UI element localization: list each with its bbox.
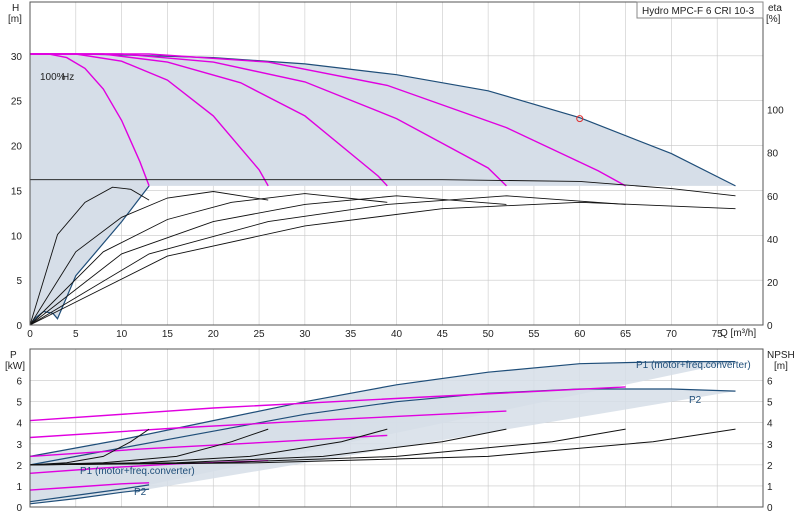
upper-envelope-fill: [30, 54, 736, 325]
upper-right-tick-1: 20: [767, 278, 779, 289]
upper-right-axis-unit: [%]: [766, 14, 781, 25]
upper-envelope-area: [30, 54, 736, 325]
power-npsh-chart: 0 1 2 3 4 5 6 0 1 2 3 4 5 6 P [kW] NPSH [m] P1 (moto…: [5, 348, 795, 514]
upper-x-tick-10: 50: [483, 329, 495, 340]
lower-right-tick-labels: 0 1 2 3 4 5 6: [767, 377, 773, 514]
upper-left-tick-0: 0: [16, 321, 22, 332]
lower-right-tick-2: 2: [767, 461, 773, 472]
upper-x-tick-2: 10: [116, 329, 128, 340]
upper-right-tick-3: 60: [767, 192, 779, 203]
upper-left-tick-2: 10: [11, 231, 23, 242]
p1-min-label: P1 (motor+freq.converter): [80, 466, 195, 477]
upper-x-tick-labels: 0 5 10 15 20 25 30 35 40 45 50 55 60 65 70 75: [27, 329, 723, 340]
p2-max-label: P2: [689, 395, 702, 406]
upper-right-tick-4: 80: [767, 149, 779, 160]
head-efficiency-chart: 0 5 10 15 20 25 30 35 40 45 50 55 60 65 70 75 051015202…: [8, 1, 784, 340]
upper-x-tick-8: 40: [391, 329, 403, 340]
upper-left-axis-unit: [m]: [8, 14, 22, 25]
upper-x-tick-12: 60: [574, 329, 586, 340]
lower-left-tick-5: 5: [16, 398, 22, 409]
upper-left-tick-4: 20: [11, 142, 23, 153]
lower-right-tick-3: 3: [767, 440, 773, 451]
lower-envelope-area: [30, 361, 736, 504]
upper-right-axis-label: eta: [768, 3, 782, 14]
p2-min-label: P2: [134, 487, 147, 498]
upper-left-tick-labels: 0 5 10 15 20 25 30: [11, 52, 23, 332]
lower-left-tick-3: 3: [16, 440, 22, 451]
lower-left-axis-unit: [kW]: [5, 361, 25, 372]
lower-right-tick-0: 0: [767, 503, 773, 514]
upper-x-tick-13: 65: [620, 329, 632, 340]
upper-left-axis-label: H: [12, 3, 19, 14]
upper-x-tick-5: 25: [254, 329, 266, 340]
upper-x-tick-7: 35: [345, 329, 357, 340]
lower-left-tick-labels: 0 1 2 3 4 5 6: [16, 377, 22, 514]
upper-right-tick-0: 0: [767, 321, 773, 332]
upper-x-tick-14: 70: [666, 329, 678, 340]
upper-right-tick-2: 40: [767, 235, 779, 246]
chart-title-box: Hydro MPC-F 6 CRI 10-3: [636, 1, 764, 19]
lower-left-axis-label: P: [10, 350, 17, 361]
lower-right-tick-5: 5: [767, 398, 773, 409]
pump-performance-figure: 0 5 10 15 20 25 30 35 40 45 50 55 60 65 70 75 051015202…: [5, 1, 795, 514]
upper-x-tick-9: 45: [437, 329, 449, 340]
speed-hz-annotation: Hz: [62, 72, 74, 83]
lower-left-tick-6: 6: [16, 377, 22, 388]
lower-left-tick-0: 0: [16, 503, 22, 514]
lower-right-axis-label: NPSH: [767, 350, 795, 361]
upper-left-tick-5: 25: [11, 97, 23, 108]
upper-x-axis-label: Q [m³/h]: [720, 328, 756, 339]
upper-x-tick-11: 55: [528, 329, 540, 340]
upper-eta-curve-6: [29, 201, 736, 326]
upper-x-tick-6: 30: [299, 329, 311, 340]
lower-left-tick-4: 4: [16, 419, 22, 430]
p1-max-label: P1 (motor+freq.converter): [636, 360, 751, 371]
upper-x-tick-0: 0: [27, 329, 33, 340]
lower-right-tick-6: 6: [767, 377, 773, 388]
upper-right-tick-5: 100: [767, 106, 784, 117]
lower-right-axis-unit: [m]: [774, 361, 788, 372]
upper-right-tick-labels: 0 20 40 60 80 100: [767, 106, 784, 332]
lower-right-tick-1: 1: [767, 482, 773, 493]
upper-left-tick-1: 5: [16, 276, 22, 287]
chart-title: Hydro MPC-F 6 CRI 10-3: [642, 6, 755, 17]
upper-x-tick-4: 20: [208, 329, 220, 340]
upper-left-tick-3: 15: [11, 186, 23, 197]
lower-right-tick-4: 4: [767, 419, 773, 430]
upper-x-tick-1: 5: [73, 329, 79, 340]
upper-left-tick-6: 30: [11, 52, 23, 63]
lower-left-tick-1: 1: [16, 482, 22, 493]
lower-left-tick-2: 2: [16, 461, 22, 472]
upper-x-tick-3: 15: [162, 329, 174, 340]
